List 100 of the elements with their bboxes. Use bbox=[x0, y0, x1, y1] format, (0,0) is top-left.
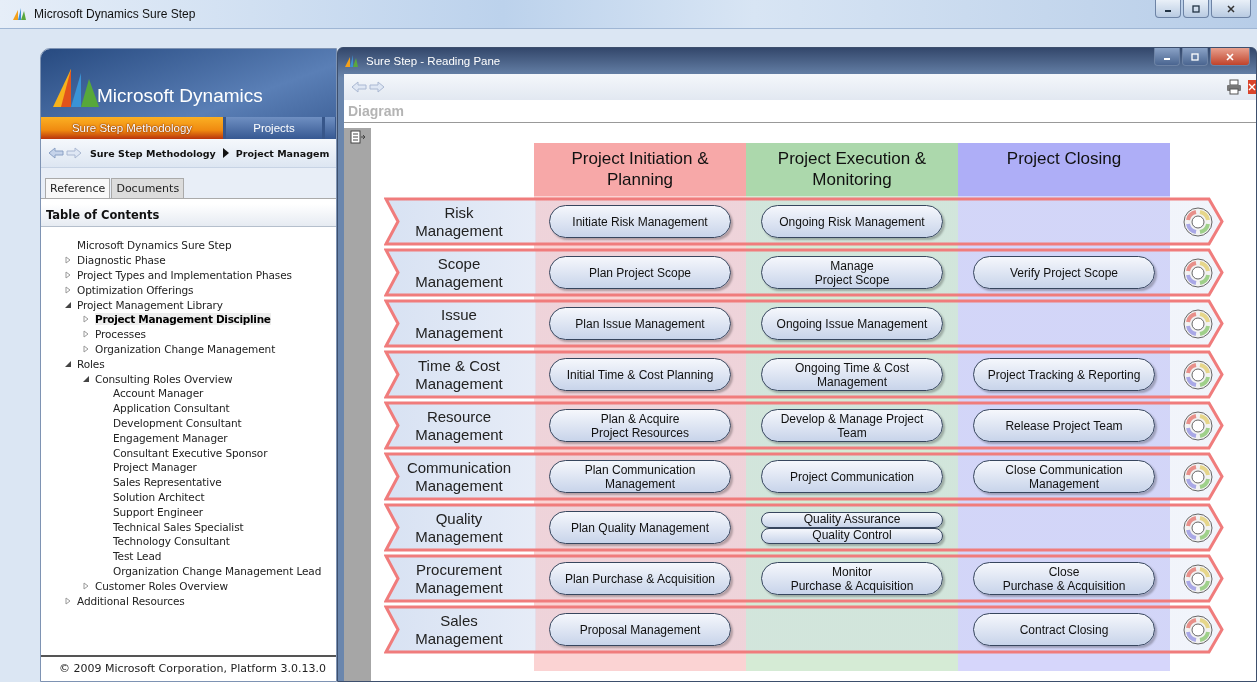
tree-item[interactable]: Technology Consultant bbox=[113, 535, 230, 548]
collapsed-arrow-icon[interactable] bbox=[64, 596, 72, 605]
collapsed-arrow-icon[interactable] bbox=[82, 581, 90, 590]
row-label: Resource Management bbox=[414, 407, 504, 444]
cycle-icon bbox=[1182, 511, 1214, 544]
tree-item[interactable]: Project Types and Implementation Phases bbox=[77, 269, 292, 281]
tree-item[interactable]: Consulting Roles Overview bbox=[95, 372, 233, 385]
window-title: Sure Step - Reading Pane bbox=[366, 55, 501, 67]
view-tab[interactable]: Reference bbox=[45, 178, 111, 198]
tree-item[interactable]: Diagnostic Phase bbox=[77, 254, 166, 267]
maximize-button[interactable] bbox=[1182, 48, 1208, 66]
tree-item[interactable]: Technical Sales Specialist bbox=[113, 520, 244, 533]
copyright-footer: © 2009 Microsoft Corporation, Platform 3.0.13.0 bbox=[41, 655, 336, 681]
cycle-icon bbox=[1182, 460, 1214, 493]
collapsed-arrow-icon[interactable] bbox=[82, 315, 90, 324]
minimize-button[interactable] bbox=[1154, 48, 1180, 66]
tree-item[interactable]: Customer Roles Overview bbox=[95, 579, 228, 592]
collapsed-arrow-icon[interactable] bbox=[64, 285, 72, 294]
activity-pill[interactable]: Close Communication Management bbox=[973, 460, 1155, 493]
maximize-icon bbox=[1191, 3, 1201, 14]
activity-pill[interactable]: Develop & Manage Project Team bbox=[761, 409, 943, 442]
tree-item[interactable]: Sales Representative bbox=[113, 476, 222, 489]
activity-pill[interactable]: Project Tracking & Reporting bbox=[973, 358, 1155, 391]
tree-item[interactable]: Support Engineer bbox=[113, 505, 203, 518]
toc-header: Table of Contents bbox=[41, 204, 336, 227]
maximize-icon bbox=[1190, 51, 1200, 62]
tree-item[interactable]: Test Lead bbox=[113, 550, 162, 563]
nav-tab[interactable]: Projects bbox=[226, 117, 322, 139]
collapsed-arrow-icon[interactable] bbox=[82, 344, 90, 353]
cycle-icon bbox=[1182, 205, 1214, 238]
row-label: Procurement Management bbox=[414, 560, 504, 597]
cycle-icon bbox=[1182, 256, 1214, 289]
activity-pill[interactable]: Plan Project Scope bbox=[549, 256, 731, 289]
activity-pill[interactable]: Project Communication bbox=[761, 460, 943, 493]
cycle-icon bbox=[1182, 562, 1214, 595]
breadcrumb-link[interactable]: Project Managem bbox=[235, 147, 330, 159]
back-forward-icon[interactable] bbox=[47, 146, 83, 160]
activity-pill[interactable]: Initial Time & Cost Planning bbox=[549, 358, 731, 391]
tree-item[interactable]: Roles bbox=[77, 357, 105, 370]
logo-icon bbox=[12, 7, 28, 21]
activity-pill[interactable]: Plan Issue Management bbox=[549, 307, 731, 340]
tree-item[interactable]: Project Management Library bbox=[77, 298, 223, 311]
activity-pill[interactable]: Monitor Purchase & Acquisition bbox=[761, 562, 943, 595]
expanded-arrow-icon[interactable] bbox=[82, 374, 90, 383]
activity-pill[interactable]: Verify Project Scope bbox=[973, 256, 1155, 289]
print-icon[interactable] bbox=[1226, 79, 1242, 95]
cycle-icon bbox=[1182, 307, 1214, 340]
minimize-button[interactable] bbox=[1155, 0, 1181, 18]
expanded-arrow-icon[interactable] bbox=[64, 359, 72, 368]
activity-pill[interactable]: Manage Project Scope bbox=[761, 256, 943, 289]
activity-pill[interactable]: Release Project Team bbox=[973, 409, 1155, 442]
tree-item[interactable]: Development Consultant bbox=[113, 416, 242, 429]
tree-item[interactable]: Consultant Executive Sponsor bbox=[113, 446, 268, 459]
phase-header: Project Execution & Monitoring bbox=[746, 143, 958, 196]
activity-pill[interactable]: Ongoing Risk Management bbox=[761, 205, 943, 238]
tree-item[interactable]: Project Manager bbox=[113, 461, 197, 474]
activity-pill[interactable]: Plan Purchase & Acquisition bbox=[549, 562, 731, 595]
row-label: Scope Management bbox=[414, 254, 504, 291]
view-tab[interactable]: Documents bbox=[111, 178, 185, 198]
row-label: Time & Cost Management bbox=[414, 356, 504, 393]
close-button[interactable] bbox=[1210, 48, 1250, 66]
activity-pill[interactable]: Close Purchase & Acquisition bbox=[973, 562, 1155, 595]
collapsed-arrow-icon[interactable] bbox=[64, 271, 72, 279]
cycle-icon bbox=[1182, 613, 1214, 646]
close-icon[interactable] bbox=[1248, 79, 1256, 95]
activity-pill[interactable]: Contract Closing bbox=[973, 613, 1155, 646]
tree-item[interactable]: Engagement Manager bbox=[113, 431, 228, 444]
tree-item[interactable]: Account Manager bbox=[113, 387, 204, 400]
tree-item[interactable]: Project Management Discipline bbox=[95, 313, 271, 326]
tree-item[interactable]: Optimization Offerings bbox=[77, 283, 194, 296]
close-button[interactable] bbox=[1211, 0, 1251, 18]
tree-item[interactable]: Microsoft Dynamics Sure Step bbox=[77, 239, 232, 252]
activity-pill[interactable]: Plan Communication Management bbox=[549, 460, 731, 493]
minimize-icon bbox=[1164, 57, 1170, 60]
maximize-button[interactable] bbox=[1183, 0, 1209, 18]
activity-pill[interactable]: Plan & Acquire Project Resources bbox=[549, 409, 731, 442]
collapsed-arrow-icon[interactable] bbox=[64, 256, 72, 265]
row-label: Communication Management bbox=[405, 458, 513, 495]
breadcrumb-link[interactable]: Sure Step Methodology bbox=[90, 147, 216, 159]
tree-item[interactable]: Solution Architect bbox=[113, 490, 205, 503]
tree-item[interactable]: Organization Change Management Lead bbox=[113, 564, 322, 577]
phase-header: Project Initiation & Planning bbox=[534, 143, 746, 196]
section-title: Diagram bbox=[344, 100, 1256, 123]
collapsed-arrow-icon[interactable] bbox=[82, 330, 90, 339]
tree-item[interactable]: Organization Change Management bbox=[95, 342, 276, 355]
tree-item[interactable]: Additional Resources bbox=[77, 594, 185, 607]
activity-pill[interactable]: Ongoing Time & Cost Management bbox=[761, 358, 943, 391]
activity-pill[interactable]: Ongoing Issue Management bbox=[761, 307, 943, 340]
close-icon bbox=[1225, 51, 1235, 62]
activity-pill[interactable]: Initiate Risk Management bbox=[549, 205, 731, 238]
collapse-panel-icon[interactable] bbox=[349, 130, 366, 144]
cycle-icon bbox=[1182, 358, 1214, 391]
tree-item[interactable]: Application Consultant bbox=[113, 402, 230, 415]
activity-pill[interactable]: Plan Quality Management bbox=[549, 511, 731, 544]
tree-item[interactable]: Processes bbox=[95, 328, 146, 341]
nav-tab[interactable] bbox=[325, 117, 335, 139]
activity-pill[interactable]: Proposal Management bbox=[549, 613, 731, 646]
expanded-arrow-icon[interactable] bbox=[64, 300, 72, 309]
cycle-icon bbox=[1182, 409, 1214, 442]
row-label: Quality Management bbox=[414, 509, 504, 546]
